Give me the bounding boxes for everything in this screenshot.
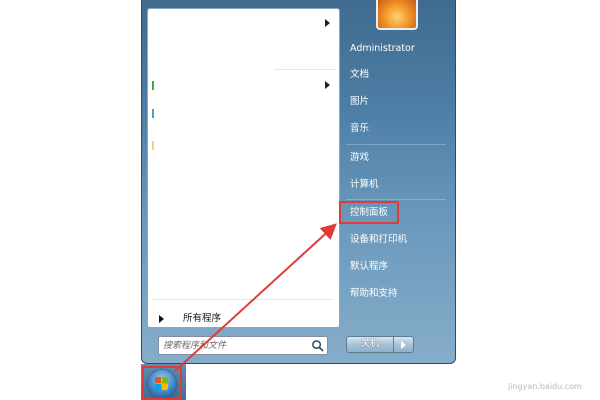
games-link[interactable]: 游戏	[350, 151, 369, 165]
shutdown-options-button[interactable]	[394, 336, 414, 353]
separator	[274, 69, 336, 70]
all-programs-label: 所有程序	[183, 313, 222, 324]
computer-link[interactable]: 计算机	[350, 178, 379, 192]
start-button-highlight	[142, 366, 182, 400]
shutdown-button[interactable]: 关机	[346, 336, 394, 353]
default-programs-link[interactable]: 默认程序	[350, 260, 388, 274]
programs-pane: 所有程序	[147, 8, 340, 328]
user-avatar[interactable]	[376, 0, 418, 30]
documents-link[interactable]: 文档	[350, 68, 369, 82]
program-icon	[152, 81, 154, 90]
pictures-link[interactable]: 图片	[350, 95, 369, 109]
program-item[interactable]	[148, 75, 339, 95]
program-item[interactable]	[148, 13, 339, 33]
chevron-right-icon	[401, 341, 406, 349]
separator	[152, 299, 332, 300]
expand-arrow-icon	[159, 315, 164, 323]
submenu-arrow-icon	[325, 81, 330, 89]
help-support-link[interactable]: 帮助和支持	[350, 287, 398, 301]
search-icon[interactable]	[311, 339, 324, 352]
music-link[interactable]: 音乐	[350, 122, 369, 136]
search-box[interactable]	[158, 336, 328, 355]
control-panel-highlight	[339, 201, 399, 224]
program-icon	[152, 109, 154, 118]
separator	[346, 144, 446, 145]
submenu-arrow-icon	[325, 19, 330, 27]
program-icon	[152, 141, 154, 150]
search-input[interactable]	[163, 338, 308, 353]
separator	[346, 199, 446, 200]
devices-printers-link[interactable]: 设备和打印机	[350, 233, 407, 247]
user-name-link[interactable]: Administrator	[350, 42, 415, 56]
watermark: jingyan.baidu.com	[508, 382, 582, 391]
all-programs-item[interactable]: 所有程序	[156, 310, 332, 328]
